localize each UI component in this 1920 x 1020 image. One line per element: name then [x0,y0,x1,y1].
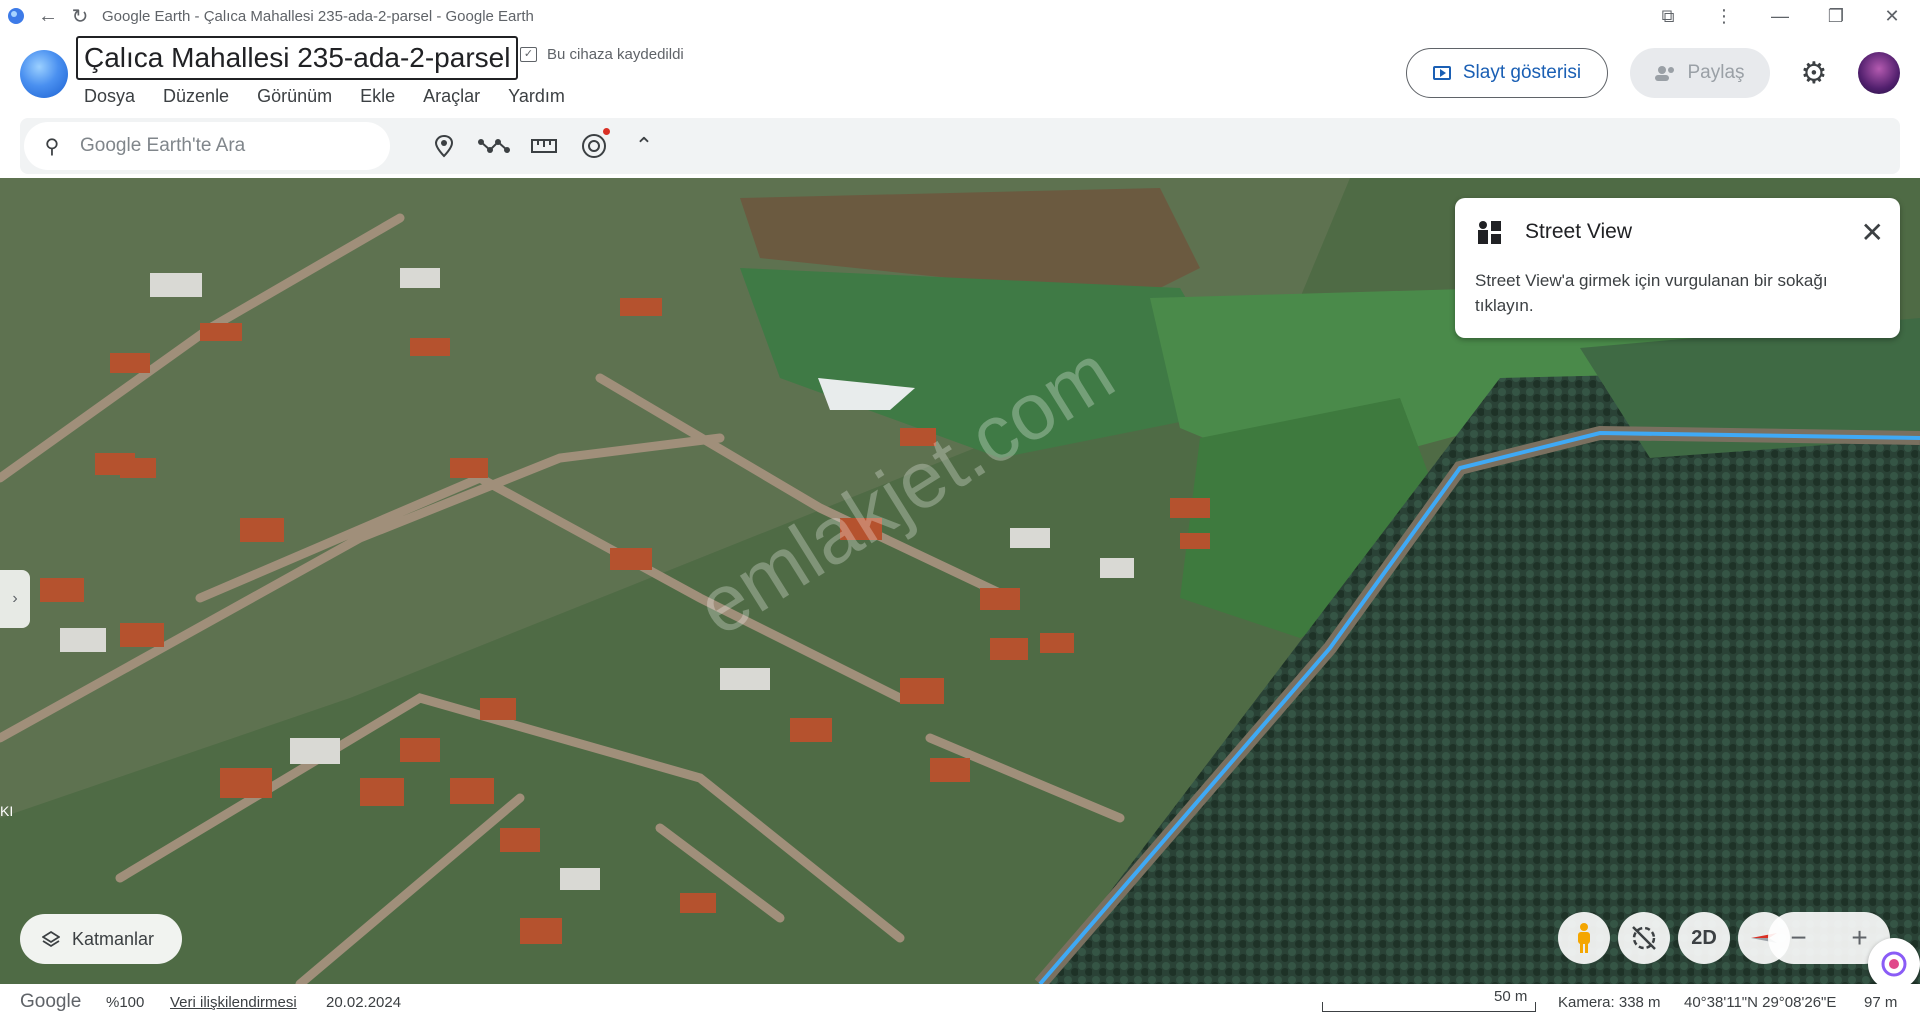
imagery-date: 20.02.2024 [326,994,402,1011]
user-avatar[interactable] [1858,52,1900,94]
coordinates: 40°38'11"N 29°08'26"E [1684,994,1837,1011]
street-view-hint: Street View'a girmek için vurgulanan bir… [1475,271,1828,315]
layers-button[interactable]: Katmanlar [20,914,182,964]
menu-tools[interactable]: Araçlar [423,86,494,107]
map-edge-label: KI [0,803,13,819]
street-view-title: Street View [1525,220,1632,243]
google-earth-logo[interactable] [20,50,68,98]
menu-bar: Dosya Düzenle Görünüm Ekle Araçlar Yardı… [84,86,593,107]
more-vert-icon[interactable]: ⋮ [1696,0,1752,32]
google-brand: Google [20,991,82,1012]
street-view-icon [1478,221,1501,244]
no-tilt-icon [1632,926,1656,950]
settings-gear-icon[interactable]: ⚙ [1795,54,1833,92]
layers-label: Katmanlar [72,928,155,949]
slideshow-icon [1432,66,1451,80]
status-bar: Google %100 Veri ilişkilendirmesi 20.02.… [0,984,1920,1020]
data-attribution-link[interactable]: Veri ilişkilendirmesi [170,994,297,1011]
search-input[interactable] [80,135,360,157]
collapse-chevron-icon[interactable]: ⌃ [624,126,664,166]
zoom-out-button[interactable]: − [1790,922,1806,954]
saved-check-icon: ✓ [520,47,537,62]
menu-edit[interactable]: Düzenle [163,86,243,107]
gemini-button[interactable] [1868,938,1920,990]
menu-add[interactable]: Ekle [360,86,409,107]
elevation: 97 m [1864,994,1898,1011]
menu-help[interactable]: Yardım [508,86,579,107]
restore-icon[interactable]: ❐ [1808,0,1864,32]
camera-altitude: Kamera: 338 m [1558,994,1661,1011]
minimize-icon[interactable]: — [1752,0,1808,32]
tilt-toggle-button[interactable] [1618,912,1670,964]
layers-icon [42,930,60,948]
project-title-input[interactable]: Çalıca Mahallesi 235-ada-2-parsel [76,36,519,80]
share-button[interactable]: Paylaş [1630,48,1770,98]
save-status: ✓ Bu cihaza kaydedildi [520,46,684,63]
pegman-button[interactable] [1558,912,1610,964]
street-view-panel: Street View ✕ Street View'a girmek için … [1455,198,1900,338]
slideshow-button[interactable]: Slayt gösterisi [1406,48,1608,98]
extension-icon[interactable]: ⧉ [1640,0,1696,32]
reload-icon[interactable]: ↻ [64,0,96,32]
people-icon [1655,66,1675,81]
2d-3d-toggle[interactable]: 2D [1678,912,1730,964]
gemini-icon [1881,951,1907,977]
close-icon[interactable]: ✕ [1861,216,1884,249]
menu-file[interactable]: Dosya [84,86,149,107]
pegman-icon [1578,923,1590,953]
draw-path-icon[interactable] [474,126,514,166]
add-placemark-icon[interactable] [424,126,464,166]
earth-app-icon [0,0,32,32]
expand-panel-tab[interactable]: › [0,570,30,628]
app-header: Çalıca Mahallesi 235-ada-2-parsel ✓ Bu c… [0,32,1920,118]
notification-dot [603,128,610,135]
ruler-icon[interactable] [524,126,564,166]
window-titlebar: ← ↻ Google Earth - Çalıca Mahallesi 235-… [0,0,1920,32]
tool-bar: ⚲ ⌃ [20,118,1900,174]
search-box[interactable]: ⚲ [24,122,390,170]
save-status-text: Bu cihaza kaydedildi [547,46,684,63]
zoom-level: %100 [106,994,145,1011]
chevron-right-icon: › [12,590,18,607]
back-icon[interactable]: ← [32,0,64,32]
search-icon: ⚲ [44,135,60,158]
close-window-icon[interactable]: ✕ [1864,0,1920,32]
zoom-in-button[interactable]: + [1851,922,1867,954]
share-label: Paylaş [1687,62,1745,83]
scale-bar [1322,1002,1536,1012]
timelapse-icon[interactable] [574,126,614,166]
menu-view[interactable]: Görünüm [257,86,346,107]
window-title: Google Earth - Çalıca Mahallesi 235-ada-… [102,7,534,25]
slideshow-label: Slayt gösterisi [1462,62,1582,83]
